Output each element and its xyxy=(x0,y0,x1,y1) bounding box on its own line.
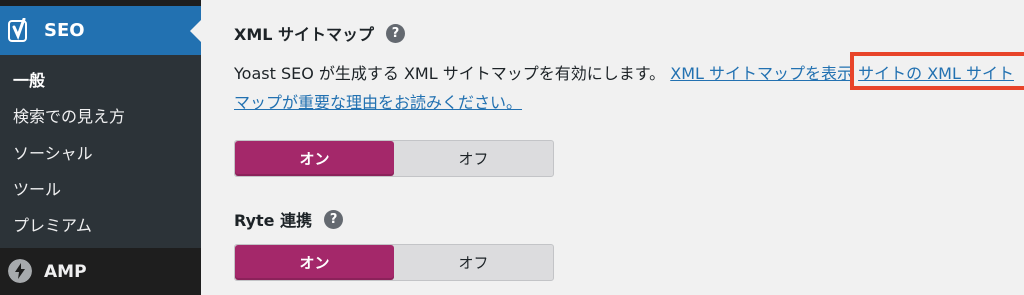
toggle-on-option[interactable]: オン xyxy=(235,245,394,280)
help-icon[interactable]: ? xyxy=(324,209,344,229)
sidebar-item-seo[interactable]: SEO xyxy=(0,6,201,55)
description-text: Yoast SEO が生成する XML サイトマップを有効にします。 xyxy=(234,64,666,83)
submenu-item-tools[interactable]: ツール xyxy=(13,176,61,200)
main-content: XML サイトマップ ? Yoast SEO が生成する XML サイトマップを… xyxy=(201,0,1024,295)
toggle-off-option[interactable]: オフ xyxy=(394,245,553,280)
highlight-box xyxy=(850,52,1024,90)
current-menu-arrow xyxy=(190,20,201,42)
help-icon[interactable]: ? xyxy=(386,23,406,43)
sidebar-item-amp-label: AMP xyxy=(44,262,87,282)
sidebar-item-seo-label: SEO xyxy=(44,20,85,41)
toggle-on-option[interactable]: オン xyxy=(235,141,394,176)
submenu-item-general[interactable]: 一般 xyxy=(13,67,45,91)
submenu-item-premium[interactable]: プレミアム xyxy=(13,212,92,236)
admin-sidebar: SEO 一般 検索での見え方 ソーシャル ツール プレミアム AMP xyxy=(0,0,201,295)
yoast-logo-icon xyxy=(8,18,27,42)
toggle-off-option[interactable]: オフ xyxy=(394,141,553,176)
xml-sitemap-title: XML サイトマップ xyxy=(234,25,375,44)
ryte-heading: Ryte 連携 ? xyxy=(234,207,344,231)
xml-sitemap-toggle[interactable]: オン オフ xyxy=(234,140,554,177)
ryte-toggle[interactable]: オン オフ xyxy=(234,244,554,281)
amp-bolt-icon xyxy=(8,259,32,283)
view-xml-sitemap-link[interactable]: XML サイトマップを表示 xyxy=(670,64,853,83)
xml-sitemap-heading: XML サイトマップ ? xyxy=(234,21,406,45)
submenu-item-search-appearance[interactable]: 検索での見え方 xyxy=(13,103,125,127)
seo-submenu: 一般 検索での見え方 ソーシャル ツール プレミアム xyxy=(0,55,201,248)
ryte-title: Ryte 連携 xyxy=(234,211,313,230)
submenu-item-social[interactable]: ソーシャル xyxy=(13,140,93,164)
